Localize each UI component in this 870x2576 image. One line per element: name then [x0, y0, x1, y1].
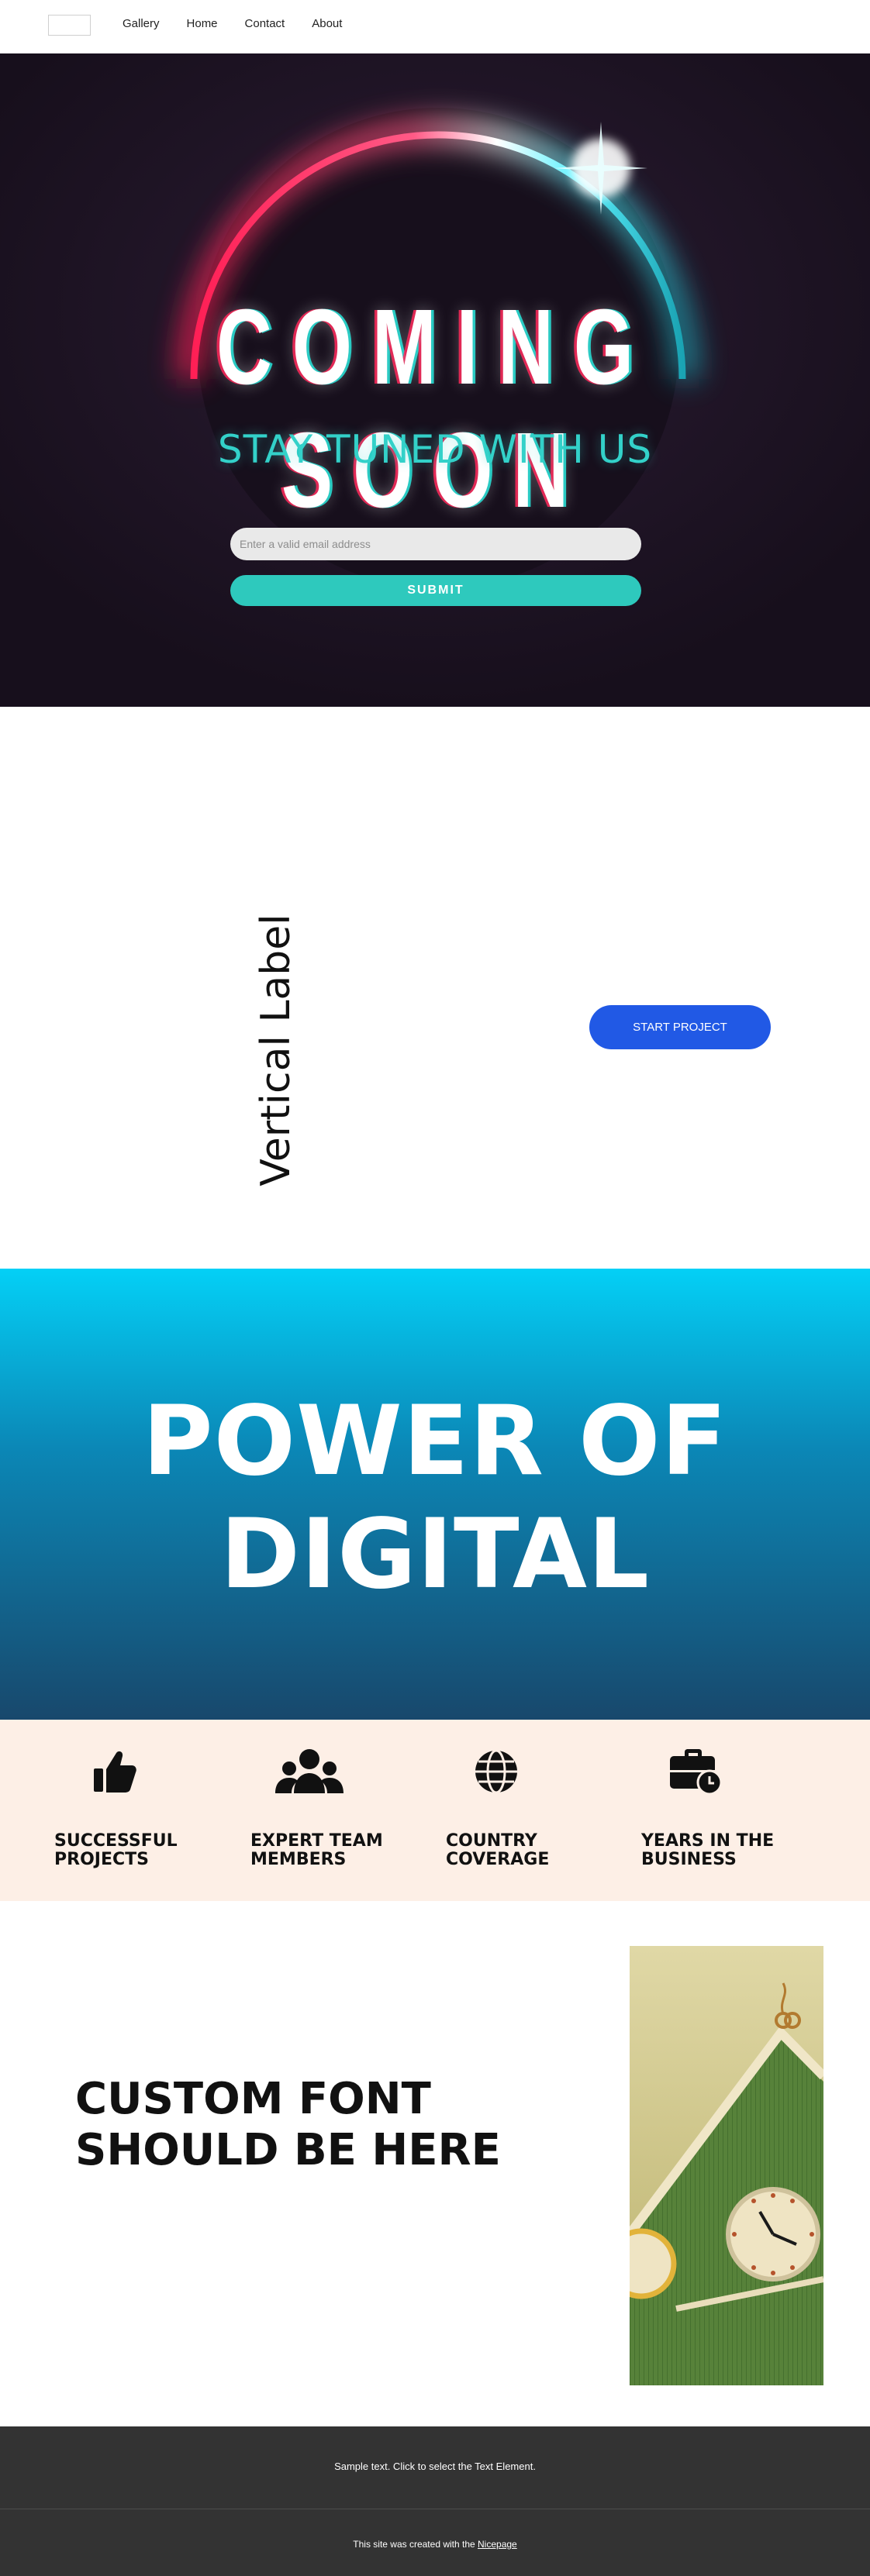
vertical-label-section	[0, 707, 870, 1269]
footer-sample-text[interactable]: Sample text. Click to select the Text El…	[0, 2461, 870, 2472]
vertical-label: Vertical Label	[253, 914, 299, 1186]
stat-label: SUCCESSFUL PROJECTS	[54, 1831, 178, 1869]
submit-button[interactable]: SUBMIT	[230, 575, 641, 606]
main-nav: Gallery Home Contact About	[123, 17, 369, 30]
nav-link-gallery[interactable]: Gallery	[123, 17, 160, 30]
power-title-line1: POWER OF	[142, 1386, 728, 1497]
power-title: POWER OF DIGITAL	[0, 1385, 870, 1611]
logo[interactable]	[48, 15, 91, 36]
site-footer	[0, 2426, 870, 2576]
team-icon	[275, 1749, 344, 1793]
stat-label: YEARS IN THE BUSINESS	[641, 1831, 775, 1869]
custom-font-heading: CUSTOM FONT SHOULD BE HERE	[75, 2074, 501, 2175]
clock-building-image	[630, 1946, 823, 2385]
coming-soon-title: COMING SOON	[216, 288, 654, 530]
nav-link-contact[interactable]: Contact	[245, 17, 285, 30]
power-of-digital-section: POWER OF DIGITAL	[0, 1269, 870, 1720]
site-header: Gallery Home Contact About	[0, 0, 870, 53]
thumbs-up-icon	[94, 1751, 136, 1793]
briefcase-clock-icon	[670, 1749, 722, 1795]
credit-line: This site was created with the Nicepage	[0, 2539, 870, 2550]
nav-link-home[interactable]: Home	[187, 17, 218, 30]
power-title-line2: DIGITAL	[220, 1499, 650, 1610]
start-project-button[interactable]: START PROJECT	[589, 1005, 771, 1049]
hero-section: COMING SOON STAY TUNED WITH US SUBMIT	[0, 53, 870, 707]
nav-link-about[interactable]: About	[312, 17, 342, 30]
hero-subtitle: STAY TUNED WITH US	[217, 427, 653, 472]
email-input[interactable]	[230, 528, 641, 560]
nicepage-link[interactable]: Nicepage	[478, 2539, 517, 2550]
stats-section: SUCCESSFUL PROJECTS EXPERT TEAM MEMBERS …	[0, 1720, 870, 1901]
globe-icon	[475, 1749, 517, 1794]
stat-label: EXPERT TEAM MEMBERS	[250, 1831, 383, 1869]
credit-prefix: This site was created with the	[353, 2539, 478, 2550]
stat-label: COUNTRY COVERAGE	[446, 1831, 550, 1869]
